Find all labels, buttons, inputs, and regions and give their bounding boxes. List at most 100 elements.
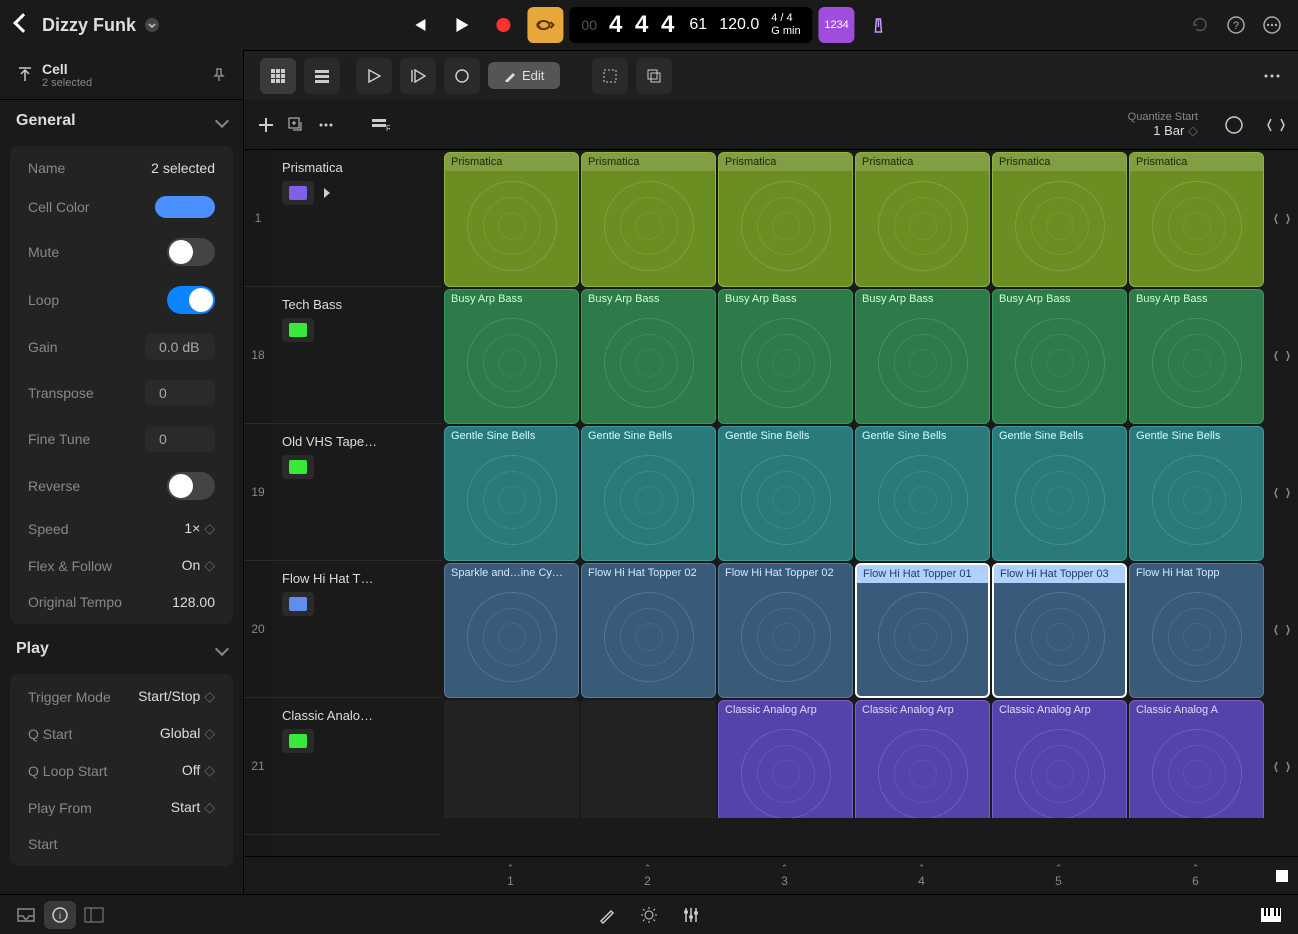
clip-cell[interactable]: Gentle Sine Bells	[581, 426, 716, 561]
undo-icon[interactable]	[1190, 15, 1210, 35]
copy-button[interactable]	[636, 58, 672, 94]
clip-cell[interactable]: Prismatica	[718, 152, 853, 287]
flex-value[interactable]: On ◇	[182, 557, 215, 574]
row-trigger[interactable]	[1266, 561, 1298, 698]
clip-cell[interactable]: Flow Hi Hat Topp	[1129, 563, 1264, 698]
quantize-start[interactable]: Quantize Start 1 Bar ◇	[1128, 111, 1198, 139]
panels-icon[interactable]	[84, 907, 104, 923]
clip-cell[interactable]: Prismatica	[581, 152, 716, 287]
track-number[interactable]: 21	[244, 698, 272, 835]
origtempo-value[interactable]: 128.00	[172, 594, 215, 610]
record-circle-icon[interactable]	[1224, 115, 1244, 135]
clip-cell[interactable]: Sparkle and…ine Cymbal	[444, 563, 579, 698]
track-number[interactable]: 18	[244, 287, 272, 424]
clip-cell[interactable]: Busy Arp Bass	[444, 289, 579, 424]
mute-toggle[interactable]	[167, 238, 215, 266]
help-icon[interactable]: ?	[1226, 15, 1246, 35]
clip-cell[interactable]: Prismatica	[1129, 152, 1264, 287]
row-trigger[interactable]	[1266, 424, 1298, 561]
selection-button[interactable]	[592, 58, 628, 94]
track-number[interactable]: 20	[244, 561, 272, 698]
transpose-value[interactable]: 0	[145, 380, 215, 406]
list-view-button[interactable]	[304, 58, 340, 94]
clip-cell[interactable]: Gentle Sine Bells	[444, 426, 579, 561]
name-value[interactable]: 2 selected	[151, 160, 215, 176]
lcd-display[interactable]: 00 4 4 4 61 120.0 4 / 4G min	[569, 7, 812, 43]
clip-cell[interactable]: Classic Analog Arp	[992, 700, 1127, 835]
inbox-icon[interactable]	[16, 907, 36, 923]
clip-cell[interactable]: Gentle Sine Bells	[855, 426, 990, 561]
qloop-value[interactable]: Off ◇	[182, 762, 215, 779]
add-button[interactable]	[256, 115, 276, 135]
edit-button[interactable]: Edit	[488, 62, 560, 89]
playfrom-value[interactable]: Start ◇	[171, 799, 215, 816]
track-header[interactable]: Old VHS Tape…	[272, 424, 442, 561]
scene-trigger[interactable]: ⌃2	[579, 857, 716, 894]
row-trigger[interactable]	[1266, 150, 1298, 287]
clip-cell[interactable]: Gentle Sine Bells	[718, 426, 853, 561]
play-section-header[interactable]: Play	[0, 628, 243, 670]
more-icon[interactable]	[316, 115, 336, 135]
sidebar-title[interactable]: Cell	[42, 61, 92, 77]
clip-cell[interactable]: Gentle Sine Bells	[992, 426, 1127, 561]
filter-button[interactable]: R	[370, 115, 390, 135]
clip-cell[interactable]	[581, 700, 716, 835]
rewind-button[interactable]	[401, 7, 437, 43]
piano-icon[interactable]	[1260, 907, 1282, 923]
finetune-value[interactable]: 0	[145, 426, 215, 452]
clip-cell[interactable]: Busy Arp Bass	[992, 289, 1127, 424]
clip-cell[interactable]: Busy Arp Bass	[718, 289, 853, 424]
clip-cell[interactable]: Prismatica	[855, 152, 990, 287]
play-scene-button[interactable]	[356, 58, 392, 94]
reverse-toggle[interactable]	[167, 472, 215, 500]
pencil-icon[interactable]	[598, 906, 616, 924]
clip-cell[interactable]: Gentle Sine Bells	[1129, 426, 1264, 561]
loop-toggle[interactable]	[167, 286, 215, 314]
mixer-icon[interactable]	[682, 906, 700, 924]
scene-trigger[interactable]: ⌃1	[442, 857, 579, 894]
record-button[interactable]	[485, 7, 521, 43]
clip-cell[interactable]: Prismatica	[444, 152, 579, 287]
record-scene-button[interactable]	[444, 58, 480, 94]
scene-trigger[interactable]: ⌃6	[1127, 857, 1264, 894]
more-icon[interactable]	[1262, 15, 1282, 35]
scene-trigger[interactable]: ⌃3	[716, 857, 853, 894]
clip-cell[interactable]: Busy Arp Bass	[581, 289, 716, 424]
clip-cell[interactable]: Classic Analog Arp	[855, 700, 990, 835]
duplicate-button[interactable]	[286, 115, 306, 135]
back-button[interactable]	[16, 16, 30, 35]
more-icon[interactable]	[1262, 66, 1282, 86]
track-header[interactable]: Tech Bass	[272, 287, 442, 424]
row-trigger[interactable]	[1266, 698, 1298, 835]
track-header[interactable]: Flow Hi Hat T…	[272, 561, 442, 698]
clip-cell[interactable]: Busy Arp Bass	[855, 289, 990, 424]
trigger-value[interactable]: Start/Stop ◇	[138, 688, 215, 705]
clip-cell[interactable]: Busy Arp Bass	[1129, 289, 1264, 424]
info-button[interactable]: i	[44, 901, 76, 929]
clip-cell[interactable]: Flow Hi Hat Topper 01	[855, 563, 990, 698]
play-button[interactable]	[443, 7, 479, 43]
brightness-icon[interactable]	[640, 906, 658, 924]
clip-cell[interactable]: Flow Hi Hat Topper 02	[581, 563, 716, 698]
clip-cell[interactable]: Flow Hi Hat Topper 02	[718, 563, 853, 698]
speed-value[interactable]: 1× ◇	[184, 520, 215, 537]
clip-cell[interactable]: Flow Hi Hat Topper 03	[992, 563, 1127, 698]
clip-cell[interactable]: Prismatica	[992, 152, 1127, 287]
clip-cell[interactable]	[444, 700, 579, 835]
track-number[interactable]: 19	[244, 424, 272, 561]
count-in-button[interactable]: 1234	[819, 7, 855, 43]
cycle-button[interactable]	[527, 7, 563, 43]
project-title[interactable]: Dizzy Funk	[42, 15, 160, 36]
metronome-button[interactable]	[861, 7, 897, 43]
gain-value[interactable]: 0.0 dB	[145, 334, 215, 360]
grid-view-button[interactable]	[260, 58, 296, 94]
color-swatch[interactable]	[155, 196, 215, 218]
general-section-header[interactable]: General	[0, 100, 243, 142]
scene-trigger[interactable]: ⌃5	[990, 857, 1127, 894]
row-trigger[interactable]	[1266, 287, 1298, 424]
clip-cell[interactable]: Classic Analog A	[1129, 700, 1264, 835]
scene-trigger[interactable]: ⌃4	[853, 857, 990, 894]
upload-icon[interactable]	[16, 66, 34, 84]
track-number[interactable]: 1	[244, 150, 272, 287]
track-header[interactable]: Classic Analo…	[272, 698, 442, 835]
